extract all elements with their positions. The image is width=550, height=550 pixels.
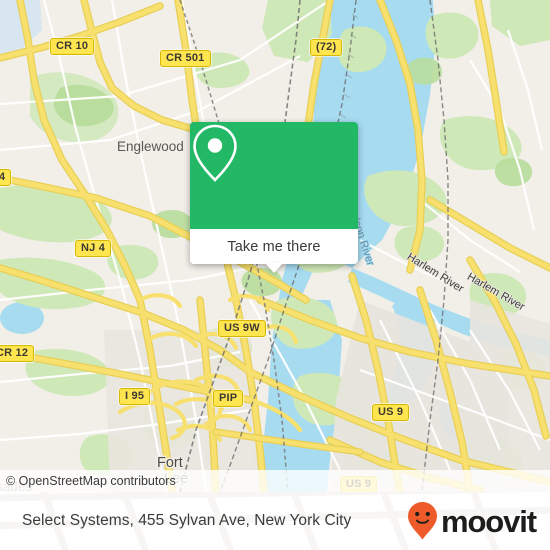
popup-header [190,122,358,229]
map-canvas[interactable]: Englewood Fort Lee sades Hudson River Ha… [0,0,550,492]
location-popup-card[interactable]: Take me there [190,122,358,273]
road-shield-cr-501[interactable]: CR 501 [160,50,211,67]
take-me-there-button[interactable]: Take me there [190,229,358,264]
road-shield-us-9w[interactable]: US 9W [218,320,266,337]
road-shield-cr-12[interactable]: CR 12 [0,345,35,362]
road-shield-72[interactable]: (72) [310,39,343,56]
moovit-pin-smiley-icon [407,502,437,540]
road-shield-nj-4[interactable]: NJ 4 [75,240,112,257]
road-shield-i-95[interactable]: I 95 [119,388,151,405]
moovit-logo[interactable]: moovit [407,492,537,550]
road-shield-4[interactable]: 4 [0,169,12,186]
moovit-map-screenshot: Englewood Fort Lee sades Hudson River Ha… [0,0,550,550]
popup-pointer [265,263,283,273]
address-label: Select Systems, 455 Sylvan Ave, New York… [22,512,352,529]
attribution-text: © OpenStreetMap contributors [6,474,176,488]
road-shield-pip[interactable]: PIP [213,390,244,407]
address-text: Select Systems, 455 Sylvan Ave, New York… [22,492,351,550]
bottom-info-bar: Select Systems, 455 Sylvan Ave, New York… [0,492,550,550]
map-attribution[interactable]: © OpenStreetMap contributors [0,470,550,492]
road-shield-us-9[interactable]: US 9 [372,404,410,421]
take-me-there-label: Take me there [227,238,321,255]
moovit-wordmark: moovit [440,503,537,539]
road-shield-cr-10[interactable]: CR 10 [50,38,95,55]
map-pin-icon [193,124,237,182]
